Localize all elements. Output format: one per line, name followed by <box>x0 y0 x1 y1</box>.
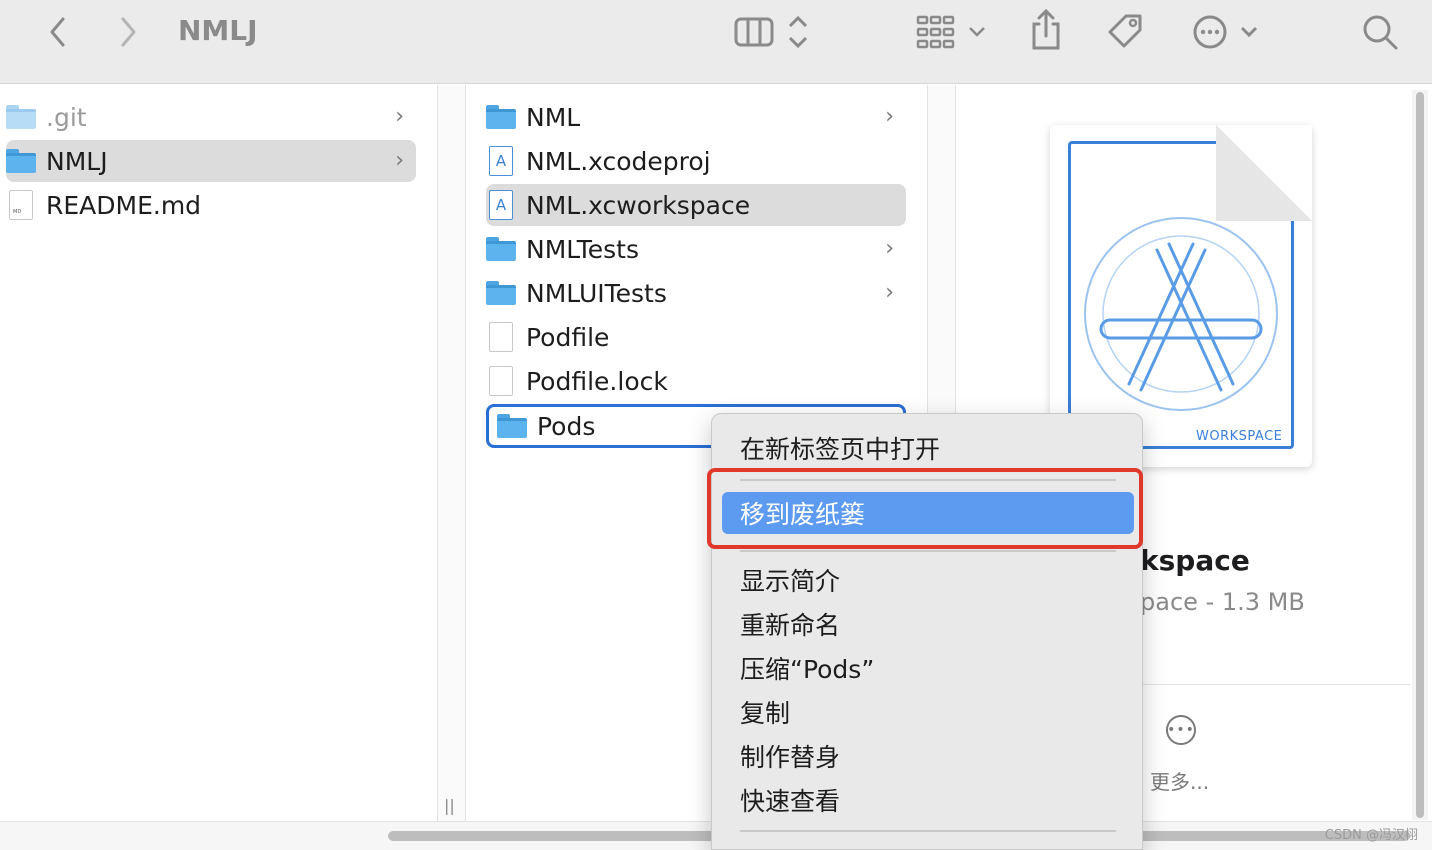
search-icon[interactable] <box>1360 12 1400 52</box>
column-parent: .git › NMLJ › MD README.md <box>0 85 438 821</box>
list-item-git[interactable]: .git › <box>6 96 416 138</box>
list-item-podfile-lock[interactable]: Podfile.lock <box>486 360 906 402</box>
menu-item-compress[interactable]: 压缩“Pods” <box>740 650 874 686</box>
grid-icon[interactable] <box>914 14 990 50</box>
folder-icon <box>486 105 516 129</box>
share-icon[interactable] <box>1026 8 1066 52</box>
list-item-readme[interactable]: MD README.md <box>6 184 416 226</box>
folder-icon <box>497 414 527 438</box>
menu-separator <box>740 830 1116 832</box>
ellipsis-circle-icon[interactable] <box>1190 12 1260 52</box>
column-resize-handle[interactable]: || <box>444 796 455 815</box>
menu-separator <box>740 550 1116 552</box>
preview-meta: pace - 1.3 MB <box>1140 588 1305 616</box>
toolbar: NMLJ <box>0 0 1432 84</box>
document-icon <box>489 366 513 396</box>
vertical-scrollbar[interactable] <box>1412 90 1428 820</box>
folder-icon <box>486 237 516 261</box>
xcode-workspace-icon: A <box>489 190 513 220</box>
document-icon: MD <box>9 190 33 220</box>
list-item-podfile[interactable]: Podfile <box>486 316 906 358</box>
list-item-xcworkspace[interactable]: A NML.xcworkspace <box>486 184 906 226</box>
column-view-icon[interactable] <box>732 14 812 50</box>
xcode-project-icon: A <box>489 146 513 176</box>
chevron-right-icon: › <box>885 280 894 305</box>
list-item-nmluitests[interactable]: NMLUITests › <box>486 272 906 314</box>
column-gap <box>438 85 466 821</box>
chevron-right-icon: › <box>395 148 404 173</box>
annotation-highlight-box <box>707 468 1143 549</box>
more-icon[interactable]: ••• <box>1166 715 1196 745</box>
tag-icon[interactable] <box>1104 10 1146 52</box>
chevron-right-icon[interactable] <box>112 14 144 50</box>
divider <box>1140 684 1410 685</box>
menu-item-make-alias[interactable]: 制作替身 <box>740 738 840 774</box>
chevron-left-icon[interactable] <box>42 14 74 50</box>
chevron-right-icon: › <box>885 104 894 129</box>
more-label[interactable]: 更多... <box>1150 766 1209 795</box>
preview-filename: kspace <box>1140 544 1250 577</box>
workspace-badge: WORKSPACE <box>1196 429 1283 444</box>
menu-item-open-in-new-tab[interactable]: 在新标签页中打开 <box>740 430 940 466</box>
list-item-nmltests[interactable]: NMLTests › <box>486 228 906 270</box>
menu-item-rename[interactable]: 重新命名 <box>740 606 840 642</box>
window-title: NMLJ <box>178 14 258 47</box>
menu-item-duplicate[interactable]: 复制 <box>740 694 790 730</box>
list-item-xcodeproj[interactable]: A NML.xcodeproj <box>486 140 906 182</box>
chevron-right-icon: › <box>395 104 404 129</box>
list-item-nml[interactable]: NML › <box>486 96 906 138</box>
menu-item-quick-look[interactable]: 快速查看 <box>740 782 840 818</box>
watermark: CSDN @冯汉栩 <box>1324 828 1418 843</box>
list-item-nmlj[interactable]: NMLJ › <box>6 140 416 182</box>
folder-icon <box>486 281 516 305</box>
folder-icon <box>6 105 36 129</box>
chevron-right-icon: › <box>885 236 894 261</box>
menu-item-get-info[interactable]: 显示简介 <box>740 562 840 598</box>
folder-icon <box>6 149 36 173</box>
document-icon <box>489 322 513 352</box>
